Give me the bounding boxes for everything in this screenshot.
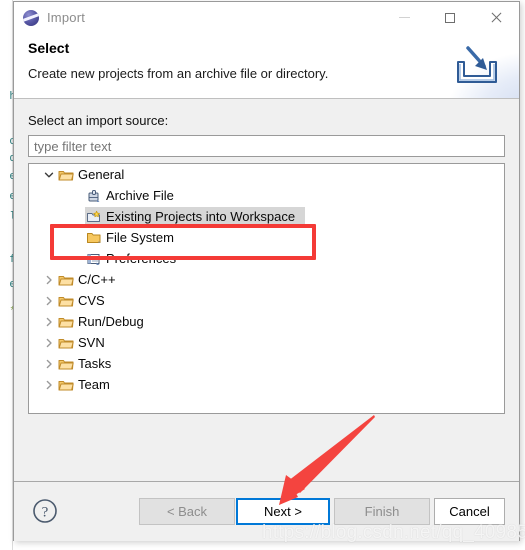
dialog-button-bar: ? < Back Next > Finish Cancel: [14, 481, 519, 541]
tree-item-c-c[interactable]: C/C++: [29, 269, 504, 290]
tree-item-label: Tasks: [78, 356, 112, 371]
tree-item-file-system[interactable]: File System: [29, 227, 504, 248]
minimize-button[interactable]: [381, 2, 427, 33]
folder-icon: [58, 170, 74, 180]
back-button[interactable]: < Back: [139, 498, 235, 525]
file-system-folder-icon: [85, 231, 103, 245]
folder-icon: [58, 380, 74, 390]
tree-item-run-debug[interactable]: Run/Debug: [29, 311, 504, 332]
chevron-right-icon[interactable]: [41, 275, 57, 285]
page-description: Create new projects from an archive file…: [28, 66, 329, 81]
existing-project-icon: [87, 210, 100, 222]
tree-item-label: Preferences: [106, 251, 177, 266]
folder-icon: [57, 378, 75, 392]
dialog-header: Select Create new projects from an archi…: [14, 33, 519, 99]
maximize-icon: [445, 12, 455, 23]
tree-item-content[interactable]: Existing Projects into Workspace: [85, 207, 306, 226]
close-icon: [490, 11, 503, 24]
tree-item-content[interactable]: CVS: [57, 291, 115, 310]
folder-icon: [58, 317, 74, 327]
folder-icon: [57, 357, 75, 371]
tree-item-existing-projects-into-workspace[interactable]: Existing Projects into Workspace: [29, 206, 504, 227]
tree-item-content[interactable]: Tasks: [57, 354, 121, 373]
folder-icon: [58, 296, 74, 306]
tree-item-content[interactable]: SVN: [57, 333, 115, 352]
tree-item-content[interactable]: General: [57, 165, 134, 184]
tree-item-preferences[interactable]: Preferences: [29, 248, 504, 269]
folder-icon: [58, 275, 74, 285]
minimize-icon: [398, 17, 410, 18]
tree-item-svn[interactable]: SVN: [29, 332, 504, 353]
help-icon[interactable]: ?: [32, 498, 58, 524]
next-button[interactable]: Next >: [236, 498, 330, 525]
tree-item-content[interactable]: Team: [57, 375, 120, 394]
chevron-down-icon[interactable]: [41, 170, 57, 180]
tree-item-content[interactable]: C/C++: [57, 270, 126, 289]
import-source-label: Select an import source:: [28, 113, 169, 128]
cancel-button[interactable]: Cancel: [434, 498, 505, 525]
folder-icon: [57, 273, 75, 287]
file-system-folder-icon: [87, 232, 101, 243]
import-source-tree[interactable]: General Archive File Existing Projects int…: [28, 163, 505, 414]
folder-icon: [57, 294, 75, 308]
tree-item-cvs[interactable]: CVS: [29, 290, 504, 311]
archive-file-icon: [85, 189, 103, 203]
page-title: Select: [28, 40, 70, 56]
chevron-right-icon[interactable]: [44, 275, 54, 285]
tree-item-label: SVN: [78, 335, 105, 350]
folder-icon: [57, 168, 75, 182]
tree-item-content[interactable]: Run/Debug: [57, 312, 154, 331]
tree-item-label: CVS: [78, 293, 105, 308]
chevron-down-icon[interactable]: [44, 170, 54, 180]
chevron-right-icon[interactable]: [41, 380, 57, 390]
svg-text:?: ?: [42, 505, 49, 521]
chevron-right-icon[interactable]: [41, 359, 57, 369]
tree-item-content[interactable]: Archive File: [85, 186, 184, 205]
import-dialog: Import Select Create new projects from a…: [13, 1, 520, 541]
dialog-content: Select an import source: General Archive …: [14, 99, 519, 481]
tree-item-label: Existing Projects into Workspace: [106, 209, 296, 224]
tree-item-tasks[interactable]: Tasks: [29, 353, 504, 374]
folder-icon: [58, 338, 74, 348]
tree-item-label: General: [78, 167, 125, 182]
preferences-icon: [85, 252, 103, 266]
preferences-icon: [87, 253, 100, 265]
close-button[interactable]: [473, 2, 519, 33]
archive-file-icon: [88, 189, 100, 202]
header-banner: [427, 33, 519, 98]
maximize-button[interactable]: [427, 2, 473, 33]
screenshot-root: h o d e e l f e * Import: [0, 0, 525, 550]
chevron-right-icon[interactable]: [44, 317, 54, 327]
tree-item-general[interactable]: General: [29, 164, 504, 185]
existing-project-icon: [85, 210, 103, 224]
chevron-right-icon[interactable]: [41, 317, 57, 327]
tree-item-label: Archive File: [106, 188, 174, 203]
dialog-titlebar[interactable]: Import: [14, 2, 519, 33]
filter-input[interactable]: [28, 135, 505, 157]
tree-item-archive-file[interactable]: Archive File: [29, 185, 504, 206]
tree-item-label: C/C++: [78, 272, 116, 287]
chevron-right-icon[interactable]: [44, 359, 54, 369]
tree-item-label: Team: [78, 377, 110, 392]
tree-item-content[interactable]: Preferences: [85, 249, 186, 268]
folder-icon: [57, 336, 75, 350]
chevron-right-icon[interactable]: [44, 380, 54, 390]
finish-button[interactable]: Finish: [334, 498, 430, 525]
tree-item-label: Run/Debug: [78, 314, 144, 329]
chevron-right-icon[interactable]: [41, 338, 57, 348]
chevron-right-icon[interactable]: [44, 296, 54, 306]
tree-item-content[interactable]: File System: [85, 228, 184, 247]
eclipse-sphere-icon: [23, 9, 39, 26]
window-title: Import: [47, 10, 86, 25]
import-tray-arrow-icon: [457, 46, 497, 83]
chevron-right-icon[interactable]: [44, 338, 54, 348]
tree-item-team[interactable]: Team: [29, 374, 504, 395]
folder-icon: [57, 315, 75, 329]
chevron-right-icon[interactable]: [41, 296, 57, 306]
window-controls: [381, 2, 519, 33]
folder-icon: [58, 359, 74, 369]
tree-item-label: File System: [106, 230, 174, 245]
